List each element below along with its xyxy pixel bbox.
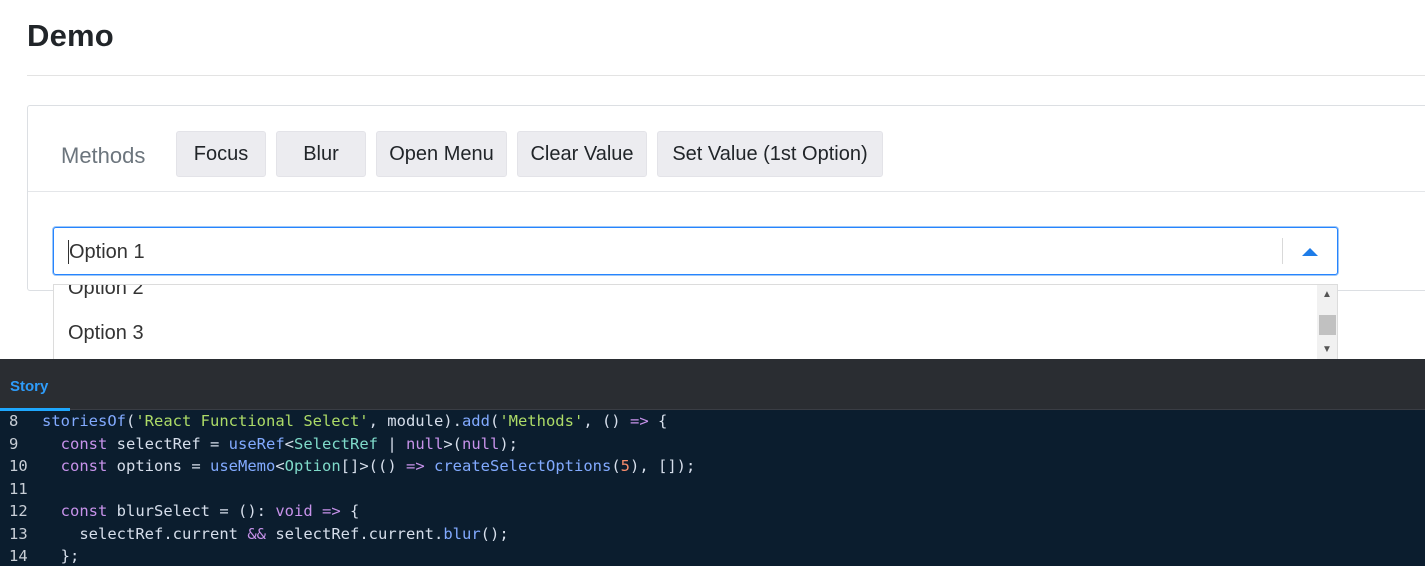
code-line: 12 const blurSelect = (): void => { (0, 502, 1425, 524)
code-token: Option (284, 457, 341, 475)
line-number: 10 (9, 457, 28, 475)
code-token: selectRef = (107, 434, 229, 453)
code-token: 'React Functional Select' (135, 412, 369, 430)
code-token: options = (107, 457, 210, 475)
code-text: storiesOf('React Functional Select', mod… (42, 412, 667, 430)
menu-option-2[interactable]: Option 2 (68, 285, 144, 300)
open-menu-button[interactable]: Open Menu (376, 131, 507, 177)
code-token: blurSelect = (): (107, 502, 276, 520)
methods-label: Methods (61, 143, 146, 168)
title-divider (27, 75, 1425, 76)
code-token: ), []); (630, 457, 696, 475)
code-token: add (461, 412, 490, 430)
code-token: void (275, 502, 313, 520)
code-token: createSelectOptions (434, 457, 612, 475)
menu-option-3[interactable]: Option 3 (68, 322, 144, 345)
code-token: const (60, 457, 108, 475)
code-token: useMemo (210, 457, 276, 475)
code-token: selectRef. (42, 524, 173, 543)
line-number: 11 (9, 479, 28, 498)
code-token: }; (42, 547, 80, 565)
source-code-viewer: 8 storiesOf('React Functional Select', mo… (0, 410, 1425, 566)
methods-toolbar: Methods Focus Blur Open Menu Clear Value… (28, 106, 1425, 192)
code-token: blur (443, 524, 481, 543)
code-token: null (406, 434, 444, 453)
code-token: const (60, 502, 108, 520)
scroll-down-icon[interactable]: ▼ (1322, 345, 1332, 355)
clear-value-button[interactable]: Clear Value (517, 131, 647, 177)
code-line: 11 (0, 480, 1425, 502)
code-token: []>(() (340, 457, 406, 475)
code-token: storiesOf (42, 412, 126, 430)
blur-button[interactable]: Blur (276, 131, 366, 177)
select-control[interactable]: Option 1 (53, 227, 1338, 275)
text-cursor (68, 240, 69, 264)
code-token: { (648, 412, 668, 430)
line-number: 13 (9, 524, 28, 543)
code-token: => (629, 412, 649, 430)
code-line: 10 const options = useMemo<Option[]>(() … (0, 457, 1425, 479)
code-line: 9 const selectRef = useRef<SelectRef | n… (0, 435, 1425, 457)
menu-scrollbar[interactable]: ▲ ▼ (1317, 285, 1337, 360)
code-token: , module). (368, 412, 462, 430)
code-text: selectRef.current && selectRef.current.b… (42, 524, 509, 543)
select-value: Option 1 (69, 241, 145, 263)
code-token: < (275, 457, 285, 475)
scrollbar-thumb[interactable] (1319, 315, 1336, 335)
code-token: 5 (620, 457, 631, 475)
indicator-separator (1282, 238, 1283, 264)
code-token: useRef (228, 434, 285, 453)
code-text: const selectRef = useRef<SelectRef | nul… (42, 435, 518, 453)
code-line: 13 selectRef.current && selectRef.curren… (0, 525, 1425, 547)
line-number: 12 (9, 502, 28, 520)
code-token: null (462, 434, 500, 453)
code-token: < (284, 434, 295, 453)
code-token: const (60, 434, 108, 453)
line-number: 8 (9, 412, 19, 430)
code-token: (); (480, 524, 509, 543)
code-token: , () (583, 412, 630, 430)
code-token: && (247, 524, 266, 543)
code-token: selectRef. (266, 524, 369, 543)
code-token: SelectRef (294, 434, 379, 453)
code-text: }; (42, 547, 80, 565)
line-number: 9 (9, 434, 19, 453)
code-token: ); (499, 434, 519, 453)
line-number: 14 (9, 547, 28, 565)
code-token: ( (611, 457, 621, 475)
code-line: 8 storiesOf('React Functional Select', mo… (0, 412, 1425, 434)
tab-story[interactable]: Story (0, 359, 70, 411)
code-token: 'Methods' (499, 412, 584, 430)
code-token: { (340, 502, 360, 520)
code-token: . (433, 524, 444, 543)
tab-story-label: Story (10, 378, 49, 395)
code-token: ( (489, 412, 500, 430)
code-token: => (406, 457, 425, 475)
code-line: 14 }; (0, 547, 1425, 566)
page-title: Demo (27, 18, 114, 53)
focus-button[interactable]: Focus (176, 131, 266, 177)
select-menu: Option 2 Option 3 ▲ ▼ (53, 284, 1338, 360)
code-text: const options = useMemo<Option[]>(() => … (42, 457, 696, 475)
panel-tab-bar: Story (0, 359, 1425, 411)
code-token: => (322, 502, 341, 520)
scroll-up-icon[interactable]: ▲ (1322, 290, 1332, 300)
storybook-canvas: Demo Methods Focus Blur Open Menu Clear … (0, 0, 1425, 566)
code-token: ( (126, 412, 136, 430)
set-value-button[interactable]: Set Value (1st Option) (657, 131, 883, 177)
caret-up-icon[interactable] (1302, 248, 1318, 256)
code-token: >( (443, 434, 463, 453)
addons-panel: Story 8 storiesOf('React Functional Selec… (0, 359, 1425, 566)
code-token: current (172, 524, 238, 543)
code-text: const blurSelect = (): void => { (42, 502, 360, 520)
code-token: | (378, 434, 407, 453)
code-token: current (368, 524, 434, 543)
